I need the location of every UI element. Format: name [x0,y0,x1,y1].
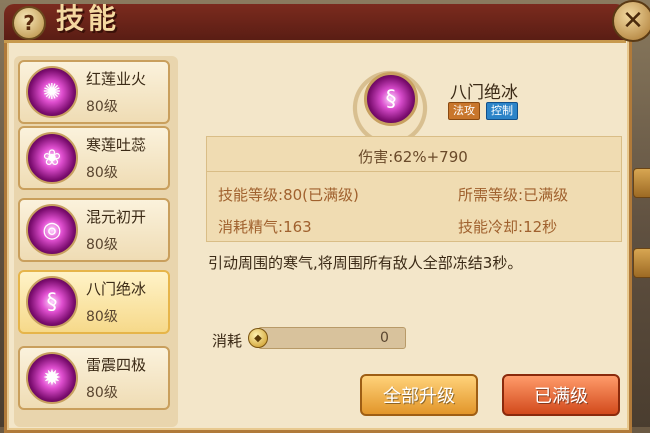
skill-level: 80级 [86,237,118,253]
upgrade-all-button[interactable]: 全部升级 [360,374,478,416]
close-button[interactable]: ✕ [612,0,650,42]
skill-card-hong-lian-ye-huo[interactable]: ✺ 红莲业火 80级 [18,60,170,124]
skill-level: 80级 [86,385,118,401]
skill-name: 红莲业火 [86,70,147,88]
maxed-button[interactable]: 已满级 [502,374,620,416]
stat-value: 80(已满级) [283,186,359,204]
skill-name: 寒莲吐蕊 [86,136,147,154]
side-tab-1[interactable] [633,168,650,198]
tag-magic-attack: 法攻 [448,102,480,120]
damage-stat: 伤害:62%+790 [206,143,620,172]
coin-icon: ◆ [248,328,268,348]
skill-name: 八门绝冰 [86,280,147,298]
dragon-orb-icon: § [26,276,78,328]
flame-orb-icon: ✺ [26,66,78,118]
tag-control: 控制 [486,102,518,120]
skill-name: 混元初开 [86,208,147,226]
stat-value: 163 [283,218,312,236]
stat-value: 12秒 [523,218,558,236]
skill-level: 80级 [86,309,118,325]
skill-name: 雷震四极 [86,356,147,374]
dragon-orb-icon: § [364,72,418,126]
skill-card-han-lian-tu-rui[interactable]: ❀ 寒莲吐蕊 80级 [18,126,170,190]
stat-label: 所需等级: [458,186,524,204]
stat-value: 已满级 [523,186,569,204]
thunder-burst-icon: ✹ [26,352,78,404]
skill-level: 80级 [86,165,118,181]
stat-label: 技能冷却: [458,218,524,236]
cost-label: 消耗 [212,332,243,350]
stat-label: 消耗精气: [218,218,284,236]
skill-level-stat: 技能等级:80(已满级) [218,184,359,205]
required-level-stat: 所需等级:已满级 [458,184,568,205]
skill-level: 80级 [86,99,118,115]
skill-card-ba-men-jue-bing[interactable]: § 八门绝冰 80级 [18,270,170,334]
side-tab-2[interactable] [633,248,650,278]
selected-skill-name: 八门绝冰 [450,83,518,103]
help-button[interactable]: ? [12,6,46,40]
cooldown-stat: 技能冷却:12秒 [458,216,557,237]
skill-description: 引动周围的寒气,将周围所有敌人全部冻结3秒。 [208,254,523,272]
stat-label: 技能等级: [218,186,284,204]
lotus-icon: ❀ [26,132,78,184]
panel-title: 技能 [56,2,121,35]
energy-cost-stat: 消耗精气:163 [218,216,312,237]
skill-card-lei-zhen-si-ji[interactable]: ✹ 雷震四极 80级 [18,346,170,410]
skill-list[interactable]: ✺ 红莲业火 80级 ❀ 寒莲吐蕊 80级 ◎ 混元初开 80级 § 八门绝冰 … [14,56,178,427]
cost-value: 0 [380,330,389,346]
vortex-icon: ◎ [26,204,78,256]
skill-card-hun-yuan-chu-kai[interactable]: ◎ 混元初开 80级 [18,198,170,262]
